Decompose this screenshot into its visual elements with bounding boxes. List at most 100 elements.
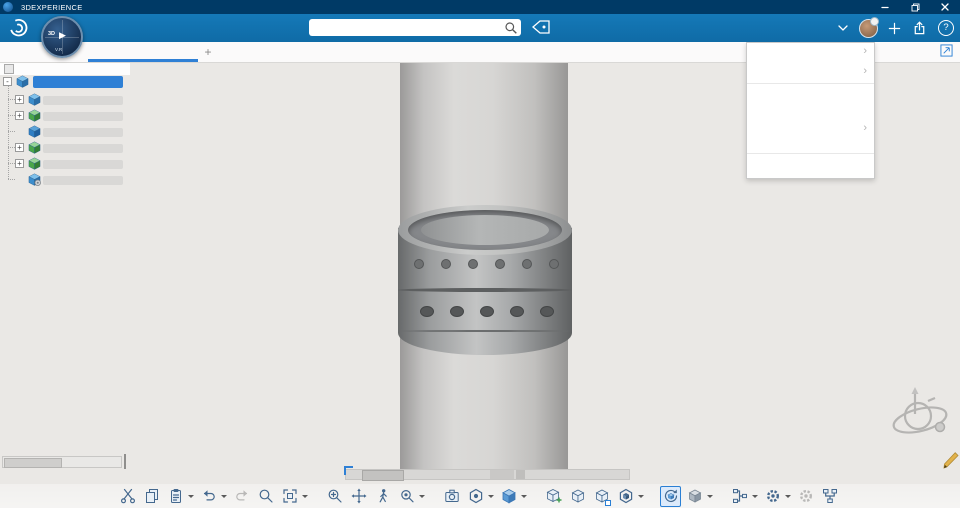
manage-views-button[interactable] bbox=[684, 486, 705, 507]
viewport-scrollbar[interactable] bbox=[345, 469, 630, 481]
assembly-icon[interactable] bbox=[16, 75, 29, 88]
capture-group bbox=[441, 486, 462, 507]
design-tree-button[interactable] bbox=[729, 486, 750, 507]
menu-item[interactable]: › bbox=[747, 118, 874, 138]
new-tab-button[interactable]: + bbox=[200, 44, 216, 60]
representation-icon[interactable] bbox=[28, 173, 41, 186]
compass-button[interactable]: 3D ▶ V.R bbox=[41, 16, 83, 58]
zoom-button[interactable] bbox=[324, 486, 345, 507]
component-green-icon[interactable] bbox=[28, 109, 41, 122]
menu-item[interactable]: › bbox=[747, 61, 874, 81]
tree-panel-scrollbar[interactable] bbox=[2, 456, 122, 468]
zoom-area-button[interactable] bbox=[255, 486, 276, 507]
view-settings-button[interactable] bbox=[465, 486, 486, 507]
undo-menu-caret[interactable] bbox=[219, 486, 228, 507]
undo-group bbox=[198, 486, 228, 507]
new-product-group bbox=[567, 486, 588, 507]
application-window: 3DEXPERIENCE ? 3D ▶ V.R + - + + + + › › … bbox=[0, 0, 960, 508]
tree-panel-icon[interactable] bbox=[4, 64, 14, 74]
new-part-button[interactable] bbox=[591, 486, 612, 507]
shape-options-button[interactable] bbox=[615, 486, 636, 507]
caret-down-icon bbox=[751, 494, 758, 498]
tag-icon[interactable] bbox=[530, 19, 552, 37]
tree-item-label[interactable] bbox=[43, 112, 123, 121]
close-button[interactable] bbox=[930, 0, 960, 14]
scrollbar-thumb[interactable] bbox=[4, 458, 62, 468]
search-input[interactable] bbox=[309, 20, 504, 35]
bolt-hole bbox=[495, 259, 505, 269]
paste-group bbox=[165, 486, 195, 507]
tree-expand-icon[interactable]: + bbox=[15, 95, 24, 104]
design-tree-menu-caret[interactable] bbox=[750, 486, 759, 507]
menu-item[interactable]: › bbox=[747, 43, 874, 60]
maximize-button[interactable] bbox=[900, 0, 930, 14]
tree-item-label[interactable] bbox=[43, 96, 123, 105]
view-settings-menu-caret[interactable] bbox=[486, 486, 495, 507]
fit-all-menu-caret[interactable] bbox=[300, 486, 309, 507]
add-content-button[interactable] bbox=[888, 22, 901, 35]
copy-group bbox=[141, 486, 162, 507]
render-style-button[interactable] bbox=[498, 486, 519, 507]
scrollbar-thumb[interactable] bbox=[362, 470, 404, 481]
redo-button[interactable] bbox=[231, 486, 252, 507]
settings-alt-button[interactable] bbox=[795, 486, 816, 507]
user-avatar[interactable] bbox=[859, 17, 879, 38]
tree-item-label[interactable] bbox=[43, 144, 123, 153]
caret-down-icon bbox=[418, 494, 425, 498]
render-style-menu-caret[interactable] bbox=[519, 486, 528, 507]
shape-options-group bbox=[615, 486, 645, 507]
new-product-button[interactable] bbox=[567, 486, 588, 507]
manage-views-menu-caret[interactable] bbox=[705, 486, 714, 507]
fit-all-button[interactable] bbox=[279, 486, 300, 507]
share-button[interactable] bbox=[912, 20, 927, 36]
collar-groove bbox=[398, 288, 572, 292]
product-icon[interactable] bbox=[28, 125, 41, 138]
tree-item-label[interactable] bbox=[43, 160, 123, 169]
insert-component-button[interactable] bbox=[543, 486, 564, 507]
tree-expand-icon[interactable]: + bbox=[15, 143, 24, 152]
pan-button[interactable] bbox=[348, 486, 369, 507]
cut-button[interactable] bbox=[117, 486, 138, 507]
update-button[interactable] bbox=[660, 485, 681, 507]
chevron-down-icon[interactable] bbox=[838, 25, 848, 31]
paste-menu-caret[interactable] bbox=[186, 486, 195, 507]
component-blue-icon[interactable] bbox=[28, 93, 41, 106]
search-icon[interactable] bbox=[504, 21, 518, 35]
walk-group bbox=[372, 486, 393, 507]
examine-menu-caret[interactable] bbox=[417, 486, 426, 507]
component-green-icon[interactable] bbox=[28, 141, 41, 154]
minimize-button[interactable] bbox=[870, 0, 900, 14]
component-green-icon[interactable] bbox=[28, 157, 41, 170]
update-icon bbox=[664, 489, 677, 502]
tree-guide-line bbox=[8, 147, 15, 148]
walk-button[interactable] bbox=[372, 486, 393, 507]
copy-button[interactable] bbox=[141, 486, 162, 507]
examine-icon bbox=[400, 490, 414, 503]
chevron-right-icon: › bbox=[863, 64, 867, 77]
panel-expand-icon[interactable] bbox=[938, 44, 954, 60]
graph-options-button[interactable] bbox=[762, 486, 783, 507]
structure-view-button[interactable] bbox=[819, 486, 840, 507]
help-button[interactable]: ? bbox=[938, 20, 954, 36]
tree-item-label[interactable] bbox=[43, 176, 123, 185]
graph-options-group bbox=[762, 486, 792, 507]
capture-button[interactable] bbox=[441, 486, 462, 507]
compass-vr-label: V.R bbox=[55, 47, 63, 52]
graph-options-menu-caret[interactable] bbox=[783, 486, 792, 507]
scrollbar-segment bbox=[516, 470, 525, 479]
tree-item-label[interactable] bbox=[33, 76, 123, 88]
panel-resize-handle[interactable] bbox=[124, 454, 126, 469]
tree-collapse-icon[interactable]: - bbox=[3, 77, 12, 86]
undo-button[interactable] bbox=[198, 486, 219, 507]
cut-group bbox=[117, 486, 138, 507]
pan-group bbox=[348, 486, 369, 507]
share-icon bbox=[914, 20, 925, 34]
shape-options-menu-caret[interactable] bbox=[636, 486, 645, 507]
tree-expand-icon[interactable]: + bbox=[15, 159, 24, 168]
navigation-gyroscope[interactable] bbox=[884, 386, 956, 451]
paste-button[interactable] bbox=[165, 486, 186, 507]
tree-row: + bbox=[0, 93, 130, 107]
tree-item-label[interactable] bbox=[43, 128, 123, 137]
examine-button[interactable] bbox=[396, 486, 417, 507]
tree-expand-icon[interactable]: + bbox=[15, 111, 24, 120]
